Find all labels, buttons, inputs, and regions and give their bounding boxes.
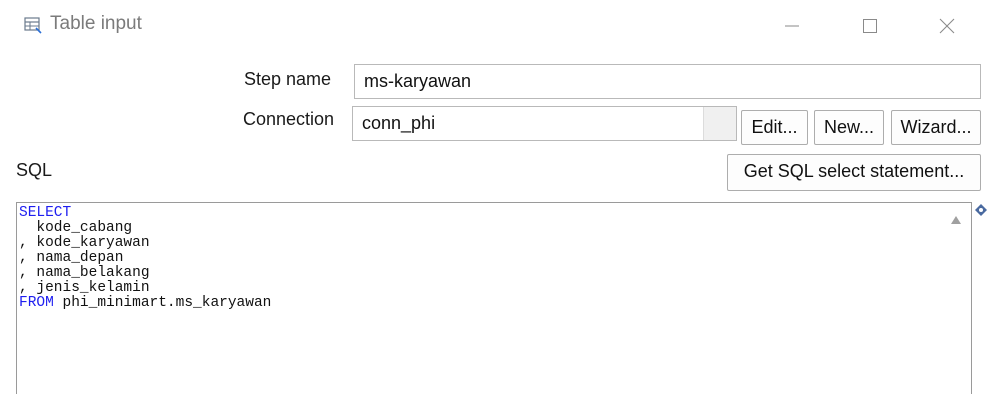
sql-editor[interactable]: SELECT kode_cabang, kode_karyawan, nama_… (16, 202, 972, 394)
wizard-button[interactable]: Wizard... (891, 110, 981, 145)
sql-keyword: FROM (19, 295, 54, 311)
sql-line: , nama_belakang (19, 265, 150, 281)
connection-dropdown-icon[interactable] (703, 107, 736, 140)
sql-line: , jenis_kelamin (19, 280, 150, 296)
maximize-button[interactable] (838, 0, 902, 52)
sql-line: , kode_karyawan (19, 235, 150, 251)
sql-keyword: SELECT (19, 205, 72, 221)
step-name-input[interactable]: ms-karyawan (354, 64, 981, 99)
table-input-icon (24, 16, 42, 34)
close-icon (939, 18, 955, 34)
sql-line: FROM phi_minimart.ms_karyawan (19, 295, 272, 311)
minimize-button[interactable] (760, 0, 824, 52)
sql-info-diamond-icon (975, 203, 987, 221)
close-button[interactable] (915, 0, 979, 52)
window-title: Table input (50, 13, 142, 34)
sql-line: SELECT (19, 206, 971, 221)
connection-select[interactable]: conn_phi (352, 106, 737, 141)
maximize-icon (862, 18, 878, 34)
edit-button[interactable]: Edit... (741, 110, 808, 145)
connection-value: conn_phi (362, 113, 436, 133)
sql-line: kode_cabang (19, 220, 133, 236)
step-name-label: Step name (244, 69, 332, 89)
scroll-up-icon[interactable] (950, 212, 962, 230)
minimize-icon (784, 18, 800, 34)
title-bar: Table input (0, 0, 987, 52)
new-button[interactable]: New... (814, 110, 884, 145)
sql-label: SQL (16, 160, 53, 180)
sql-vertical-scrollbar[interactable] (944, 203, 971, 394)
sql-line: , nama_depan (19, 250, 124, 266)
get-sql-select-button[interactable]: Get SQL select statement... (727, 154, 981, 191)
connection-label: Connection (243, 109, 335, 129)
